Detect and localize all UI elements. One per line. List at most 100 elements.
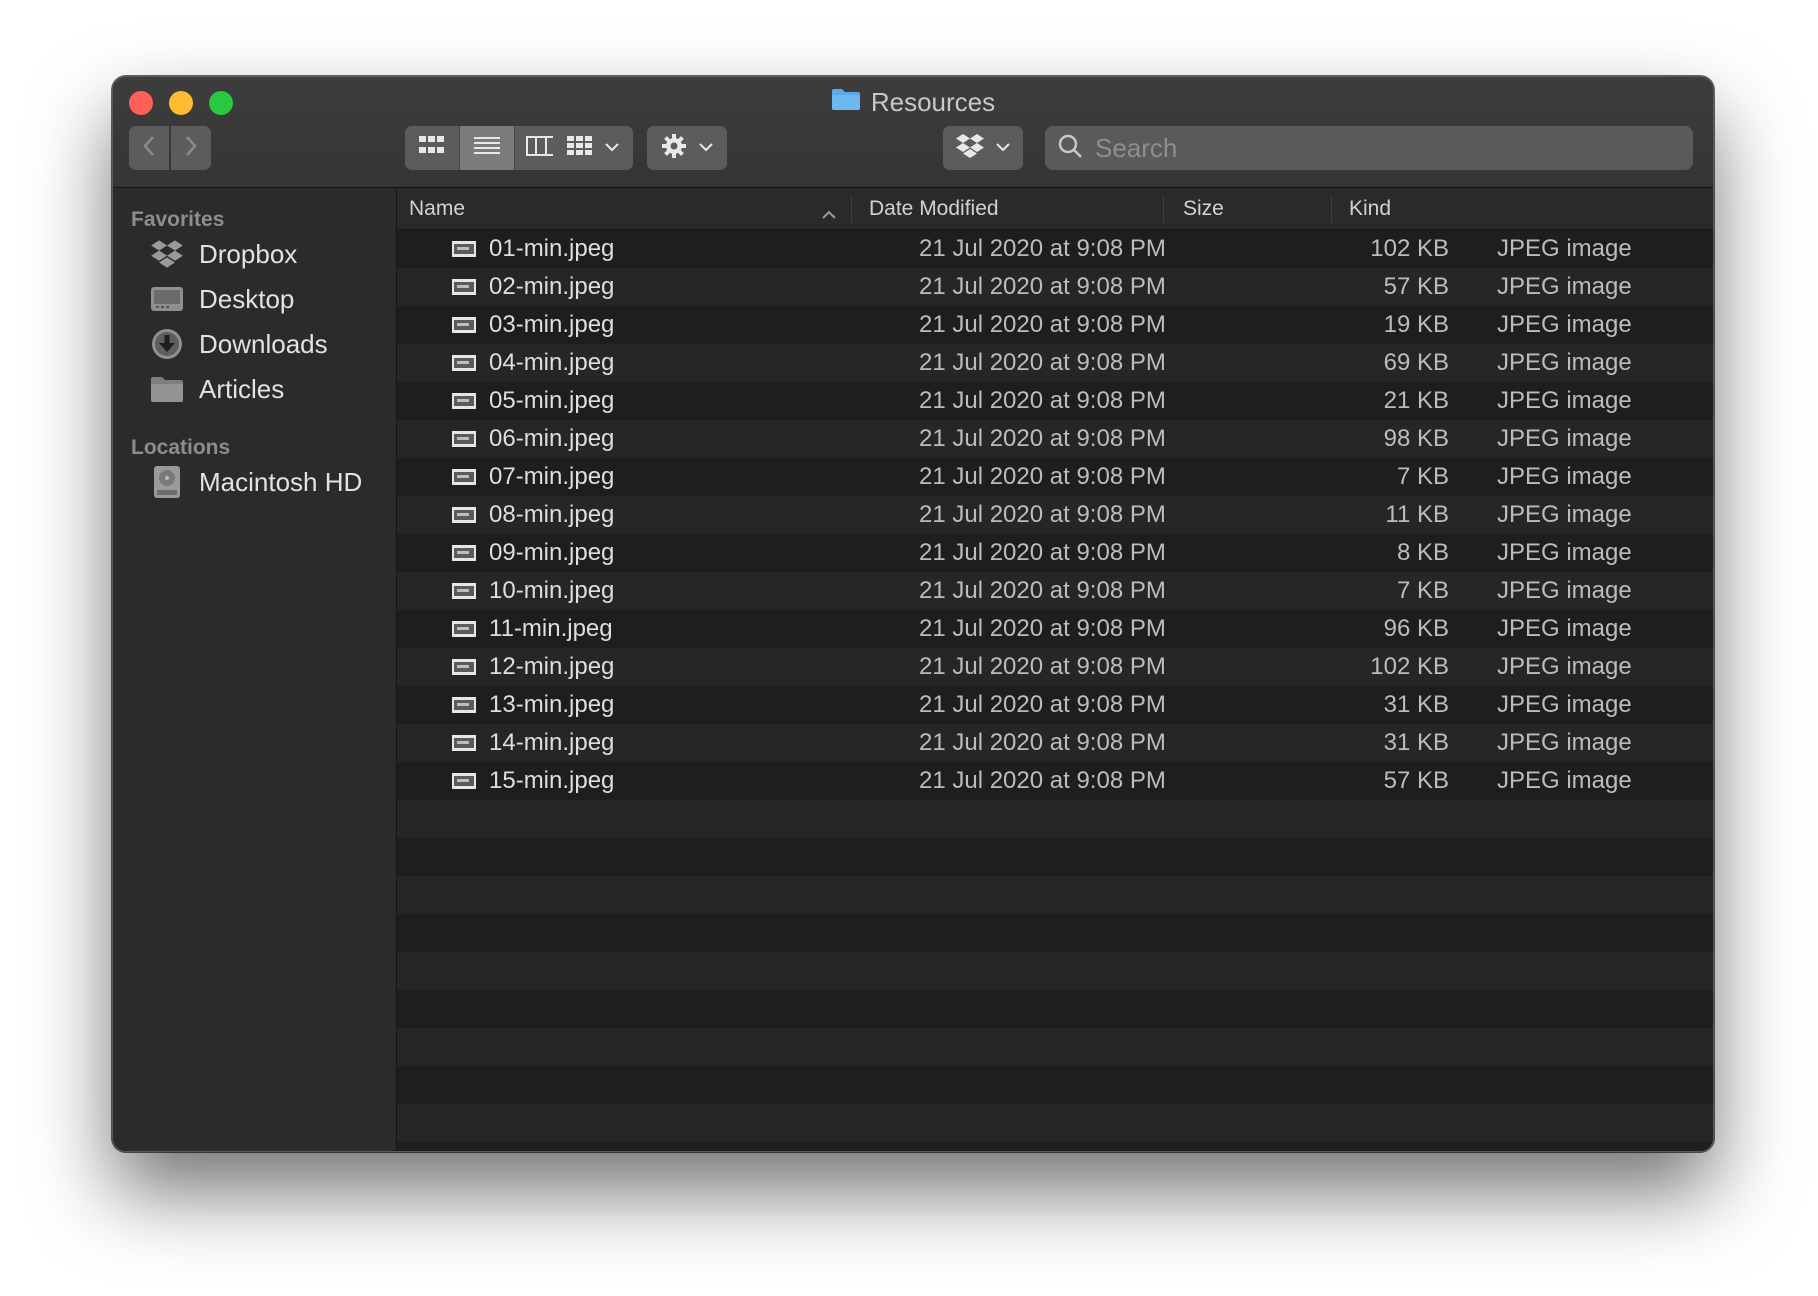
- kind-cell: JPEG image: [1497, 425, 1632, 452]
- file-name: 07-min.jpeg: [489, 463, 615, 490]
- file-name-cell: 10-min.jpeg: [451, 572, 614, 610]
- date-modified-cell: 21 Jul 2020 at 9:08 PM: [919, 729, 1166, 756]
- date-modified-cell: 21 Jul 2020 at 9:08 PM: [919, 311, 1166, 338]
- jpeg-thumbnail-icon: [451, 505, 477, 525]
- table-row[interactable]: 03-min.jpeg 21 Jul 2020 at 9:08 PM 19 KB JP…: [397, 306, 1713, 344]
- date-modified-cell: 21 Jul 2020 at 9:08 PM: [919, 691, 1166, 718]
- kind-cell: JPEG image: [1497, 729, 1632, 756]
- desktop-icon: [149, 281, 185, 317]
- table-row[interactable]: 10-min.jpeg 21 Jul 2020 at 9:08 PM 7 KB JPE…: [397, 572, 1713, 610]
- size-column-header[interactable]: Size: [1183, 188, 1333, 229]
- search-input[interactable]: [1093, 131, 1657, 165]
- table-row[interactable]: 01-min.jpeg 21 Jul 2020 at 9:08 PM 102 KB J…: [397, 230, 1713, 268]
- column-divider[interactable]: [1163, 195, 1164, 223]
- jpeg-thumbnail-icon: [451, 733, 477, 753]
- column-divider[interactable]: [851, 195, 852, 223]
- file-name-cell: 04-min.jpeg: [451, 344, 614, 382]
- file-name: 12-min.jpeg: [489, 653, 615, 680]
- action-menu-button[interactable]: [647, 126, 727, 170]
- sidebar-item-label: Downloads: [199, 328, 328, 359]
- file-name: 04-min.jpeg: [489, 349, 615, 376]
- date-column-header[interactable]: Date Modified: [869, 188, 1159, 229]
- chevron-down-icon: [995, 139, 1011, 157]
- file-name-cell: 12-min.jpeg: [451, 648, 614, 686]
- back-button[interactable]: [129, 126, 169, 170]
- search-field[interactable]: [1045, 126, 1693, 170]
- file-name-cell: 07-min.jpeg: [451, 458, 614, 496]
- empty-row: [397, 1066, 1713, 1104]
- kind-cell: JPEG image: [1497, 577, 1632, 604]
- jpeg-thumbnail-icon: [451, 657, 477, 677]
- file-name: 08-min.jpeg: [489, 501, 615, 528]
- kind-cell: JPEG image: [1497, 653, 1632, 680]
- table-row[interactable]: 13-min.jpeg 21 Jul 2020 at 9:08 PM 31 KB JP…: [397, 686, 1713, 724]
- name-column-header[interactable]: Name: [409, 188, 839, 229]
- jpeg-thumbnail-icon: [451, 771, 477, 791]
- kind-cell: JPEG image: [1497, 691, 1632, 718]
- chevron-right-icon: [184, 134, 198, 163]
- date-modified-cell: 21 Jul 2020 at 9:08 PM: [919, 577, 1166, 604]
- group-by-button[interactable]: [553, 126, 633, 170]
- column-label: Size: [1183, 196, 1224, 220]
- table-row[interactable]: 14-min.jpeg 21 Jul 2020 at 9:08 PM 31 KB JP…: [397, 724, 1713, 762]
- file-name-cell: 14-min.jpeg: [451, 724, 614, 762]
- empty-row: [397, 952, 1713, 990]
- dropbox-icon: [149, 236, 185, 272]
- date-modified-cell: 21 Jul 2020 at 9:08 PM: [919, 235, 1166, 262]
- table-row[interactable]: 05-min.jpeg 21 Jul 2020 at 9:08 PM 21 KB JP…: [397, 382, 1713, 420]
- table-row[interactable]: 08-min.jpeg 21 Jul 2020 at 9:08 PM 11 KB JP…: [397, 496, 1713, 534]
- table-row[interactable]: 11-min.jpeg 21 Jul 2020 at 9:08 PM 96 KB JP…: [397, 610, 1713, 648]
- file-name: 15-min.jpeg: [489, 767, 615, 794]
- jpeg-thumbnail-icon: [451, 429, 477, 449]
- size-cell: 57 KB: [1383, 767, 1449, 794]
- table-row[interactable]: 07-min.jpeg 21 Jul 2020 at 9:08 PM 7 KB JPE…: [397, 458, 1713, 496]
- dropbox-menu-button[interactable]: [943, 126, 1023, 170]
- file-name: 14-min.jpeg: [489, 729, 615, 756]
- table-row[interactable]: 04-min.jpeg 21 Jul 2020 at 9:08 PM 69 KB JP…: [397, 344, 1713, 382]
- kind-column-header[interactable]: Kind: [1349, 188, 1649, 229]
- sidebar-item-dropbox[interactable]: Dropbox: [149, 232, 297, 276]
- titlebar: Resources: [113, 77, 1713, 188]
- jpeg-thumbnail-icon: [451, 353, 477, 373]
- date-modified-cell: 21 Jul 2020 at 9:08 PM: [919, 349, 1166, 376]
- columns-icon: [526, 135, 557, 162]
- sidebar-item-downloads[interactable]: Downloads: [149, 322, 328, 366]
- list-view-button[interactable]: [459, 126, 515, 170]
- empty-row: [397, 914, 1713, 952]
- empty-row: [397, 1104, 1713, 1142]
- table-row[interactable]: 09-min.jpeg 21 Jul 2020 at 9:08 PM 8 KB JPE…: [397, 534, 1713, 572]
- column-divider[interactable]: [1331, 195, 1332, 223]
- size-cell: 11 KB: [1385, 501, 1449, 528]
- sidebar-item-macintosh-hd[interactable]: Macintosh HD: [149, 460, 362, 504]
- table-row[interactable]: 15-min.jpeg 21 Jul 2020 at 9:08 PM 57 KB JP…: [397, 762, 1713, 800]
- sidebar-item-label: Desktop: [199, 283, 295, 314]
- sidebar: Favorites Dropbox Desktop Downloads Arti…: [113, 188, 397, 1151]
- jpeg-thumbnail-icon: [451, 619, 477, 639]
- sidebar-item-label: Articles: [199, 373, 285, 404]
- file-name: 01-min.jpeg: [489, 235, 615, 262]
- sidebar-item-desktop[interactable]: Desktop: [149, 277, 294, 321]
- kind-cell: JPEG image: [1497, 349, 1632, 376]
- icon-view-button[interactable]: [405, 126, 460, 170]
- date-modified-cell: 21 Jul 2020 at 9:08 PM: [919, 463, 1166, 490]
- favorites-heading: Favorites: [131, 208, 225, 231]
- table-row[interactable]: 12-min.jpeg 21 Jul 2020 at 9:08 PM 102 KB J…: [397, 648, 1713, 686]
- kind-cell: JPEG image: [1497, 767, 1632, 794]
- file-name: 10-min.jpeg: [489, 577, 615, 604]
- file-name-cell: 06-min.jpeg: [451, 420, 614, 458]
- file-name: 03-min.jpeg: [489, 311, 615, 338]
- sidebar-item-articles[interactable]: Articles: [149, 367, 284, 411]
- table-row[interactable]: 02-min.jpeg 21 Jul 2020 at 9:08 PM 57 KB JP…: [397, 268, 1713, 306]
- empty-row: [397, 990, 1713, 1028]
- list-icon: [473, 135, 501, 162]
- forward-button[interactable]: [171, 126, 211, 170]
- size-cell: 21 KB: [1383, 387, 1449, 414]
- jpeg-thumbnail-icon: [451, 581, 477, 601]
- date-modified-cell: 21 Jul 2020 at 9:08 PM: [919, 615, 1166, 642]
- size-cell: 31 KB: [1383, 729, 1449, 756]
- table-row[interactable]: 06-min.jpeg 21 Jul 2020 at 9:08 PM 98 KB JP…: [397, 420, 1713, 458]
- size-cell: 96 KB: [1383, 615, 1449, 642]
- jpeg-thumbnail-icon: [451, 239, 477, 259]
- file-name-cell: 15-min.jpeg: [451, 762, 614, 800]
- jpeg-thumbnail-icon: [451, 543, 477, 563]
